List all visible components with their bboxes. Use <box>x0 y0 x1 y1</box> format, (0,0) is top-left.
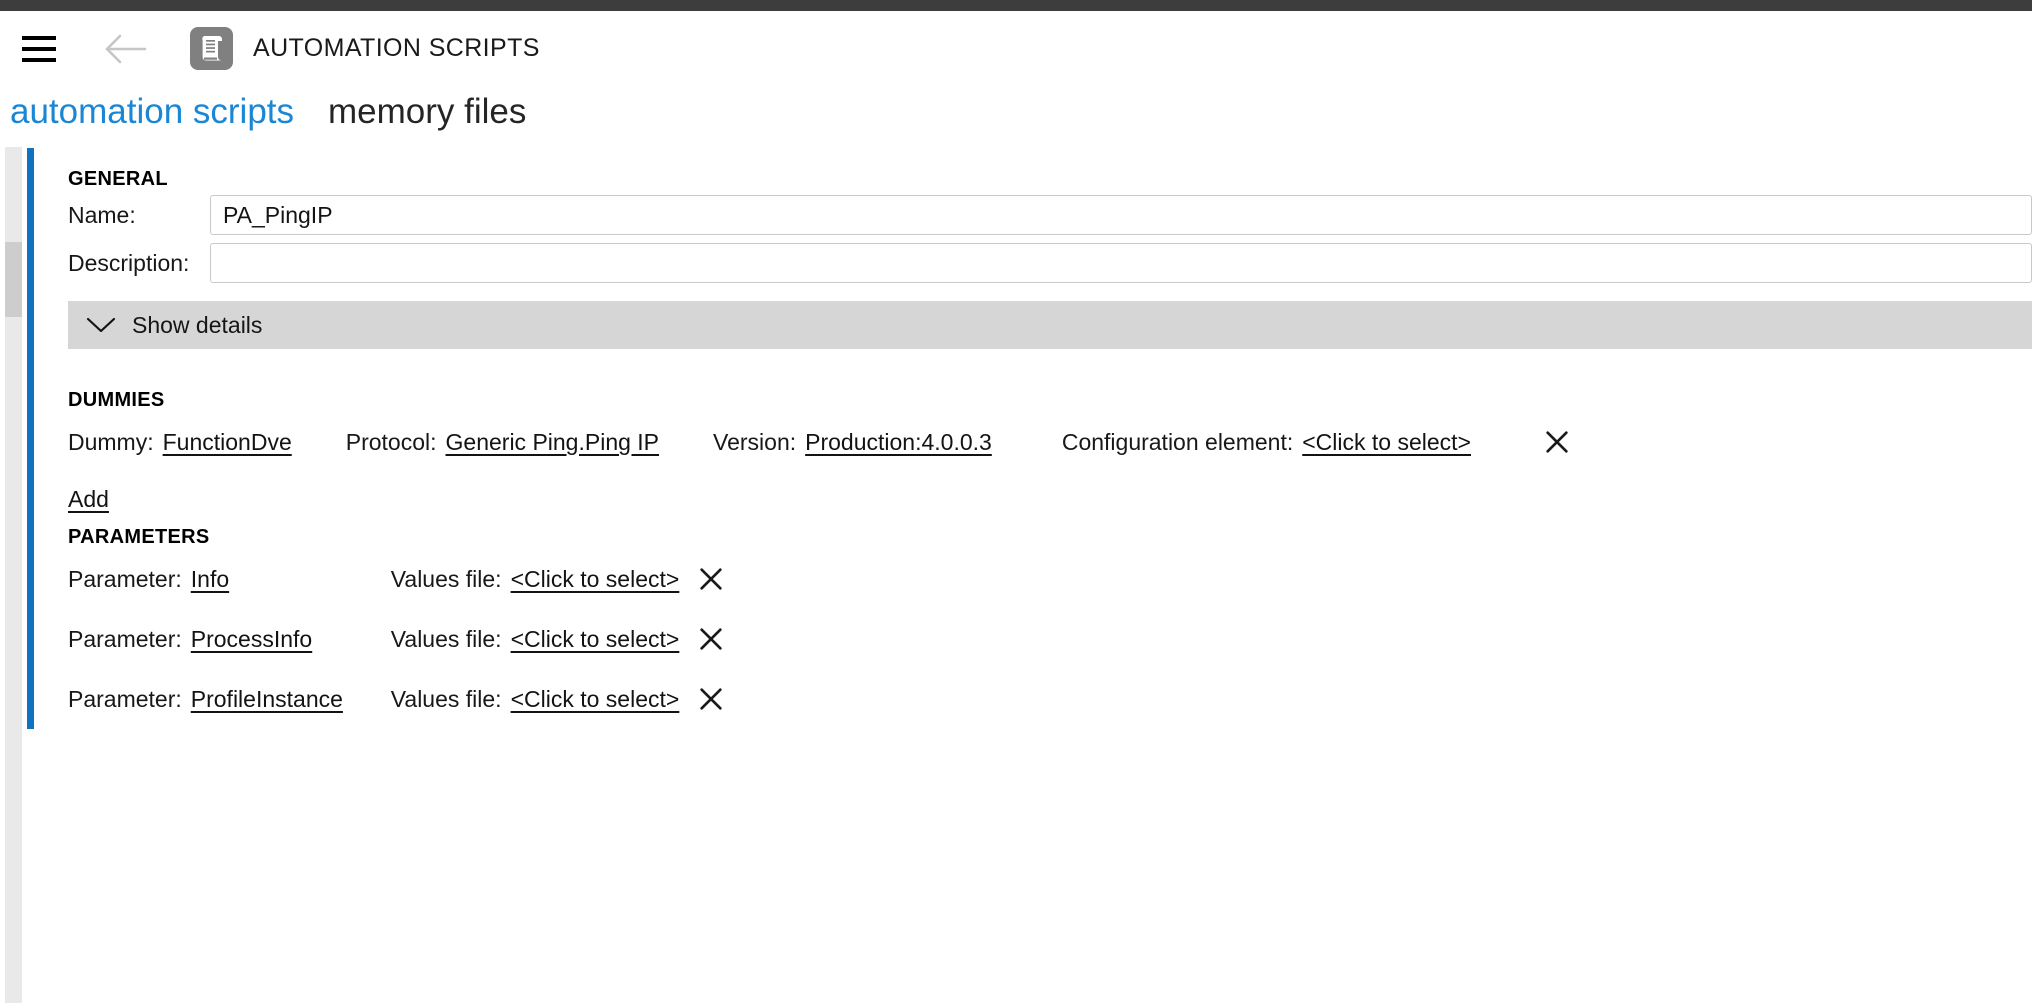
configuration-element-label: Configuration element: <box>1061 428 1294 455</box>
show-details-toggle[interactable]: Show details <box>68 301 2032 349</box>
show-details-label: Show details <box>132 311 263 338</box>
app-header: AUTOMATION SCRIPTS <box>0 11 2032 86</box>
close-icon[interactable] <box>697 565 725 593</box>
hamburger-bar <box>22 35 56 40</box>
parameter-label: Parameter: <box>68 685 182 712</box>
section-title-general: GENERAL <box>68 168 168 190</box>
section-title-parameters: PARAMETERS <box>68 526 210 548</box>
values-file-label: Values file: <box>390 565 502 592</box>
dummy-value-link[interactable]: FunctionDve <box>163 429 292 456</box>
hamburger-bar <box>22 57 56 62</box>
table-row: Parameter: ProfileInstance Values file: … <box>46 669 2032 729</box>
protocol-label: Protocol: <box>345 428 437 455</box>
values-file-label: Values file: <box>390 625 502 652</box>
content-area: GENERAL Name: Description: Show details <box>0 142 2032 1003</box>
add-dummy-row: Add <box>46 472 2032 526</box>
values-file-link[interactable]: <Click to select> <box>511 566 697 593</box>
chevron-down-icon <box>86 317 116 333</box>
parameter-value-link[interactable]: ProcessInfo <box>191 626 391 653</box>
hamburger-icon[interactable] <box>22 35 56 62</box>
application-window: AUTOMATION SCRIPTS automation scripts me… <box>0 0 2032 1003</box>
values-file-link[interactable]: <Click to select> <box>511 686 697 713</box>
section-title-dummies: DUMMIES <box>68 389 165 411</box>
add-link[interactable]: Add <box>68 486 109 513</box>
dummy-row: Dummy: FunctionDve Protocol: Generic Pin… <box>46 412 2032 472</box>
protocol-value-link[interactable]: Generic Ping.Ping IP <box>446 429 660 456</box>
section-dummies-parameters: DUMMIES Dummy: FunctionDve Protocol: Gen… <box>27 369 2032 729</box>
hamburger-bar <box>22 46 56 51</box>
description-label: Description: <box>68 249 190 276</box>
close-icon[interactable] <box>697 625 725 653</box>
parameter-label: Parameter: <box>68 625 182 652</box>
back-arrow-icon[interactable] <box>104 27 148 71</box>
field-row-name: Name: <box>46 191 2032 239</box>
table-row: Parameter: ProcessInfo Values file: <Cli… <box>46 609 2032 669</box>
tab-automation-scripts[interactable]: automation scripts <box>10 94 294 129</box>
close-icon[interactable] <box>1543 428 1571 456</box>
configuration-element-link[interactable]: <Click to select> <box>1302 429 1471 456</box>
parameter-value-link[interactable]: ProfileInstance <box>191 686 391 713</box>
dummy-label: Dummy: <box>68 428 154 455</box>
window-titlebar <box>0 0 2032 11</box>
description-input[interactable] <box>210 243 2032 283</box>
field-row-description: Description: <box>46 239 2032 287</box>
close-icon[interactable] <box>697 685 725 713</box>
values-file-label: Values file: <box>390 685 502 712</box>
form-panel: GENERAL Name: Description: Show details <box>27 148 2032 729</box>
scroll-icon <box>190 27 233 70</box>
tab-memory-files[interactable]: memory files <box>328 94 526 129</box>
version-label: Version: <box>713 428 797 455</box>
parameter-value-link[interactable]: Info <box>191 566 391 593</box>
vertical-scrollbar[interactable] <box>5 147 22 1003</box>
scrollbar-thumb[interactable] <box>5 242 22 317</box>
table-row: Parameter: Info Values file: <Click to s… <box>46 549 2032 609</box>
section-general: GENERAL Name: Description: Show details <box>27 148 2032 369</box>
version-value-link[interactable]: Production:4.0.0.3 <box>805 429 992 456</box>
page-title: AUTOMATION SCRIPTS <box>253 34 540 62</box>
parameter-label: Parameter: <box>68 565 182 592</box>
values-file-link[interactable]: <Click to select> <box>511 626 697 653</box>
name-label: Name: <box>68 201 136 228</box>
name-input[interactable] <box>210 195 2032 235</box>
tab-bar: automation scripts memory files <box>0 80 2032 142</box>
